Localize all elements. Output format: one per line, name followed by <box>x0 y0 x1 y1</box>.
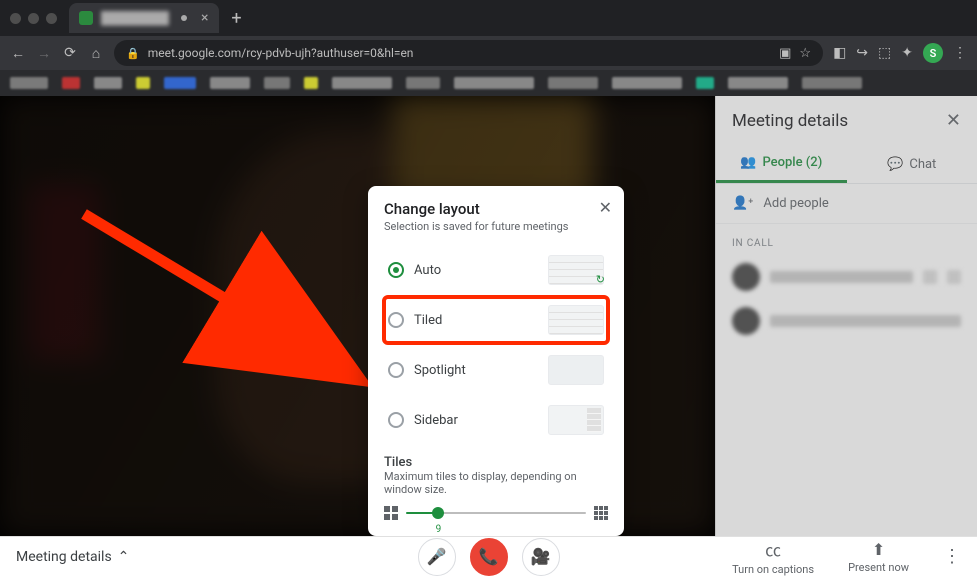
participant-action-icon[interactable] <box>947 270 961 284</box>
option-label: Tiled <box>414 313 442 328</box>
chat-icon: 💬 <box>887 157 903 172</box>
close-tab-icon[interactable]: × <box>201 10 208 26</box>
in-call-heading: IN CALL <box>716 224 977 255</box>
browser-menu-icon[interactable]: ⋮ <box>953 45 967 61</box>
window-controls[interactable] <box>10 13 57 24</box>
reload-button[interactable]: ⟳ <box>62 45 78 61</box>
new-tab-button[interactable]: + <box>225 6 249 30</box>
layout-thumb-spotlight <box>548 355 604 385</box>
dialog-title: Change layout <box>384 200 608 218</box>
captions-icon: ㏄ <box>765 537 781 561</box>
meeting-details-panel: Meeting details ✕ 👥 People (2) 💬 Chat 👤⁺… <box>715 96 977 536</box>
option-label: Spotlight <box>414 363 466 378</box>
browser-toolbar: ← → ⟳ ⌂ 🔒 meet.google.com/rcy-pdvb-ujh?a… <box>0 36 977 70</box>
participant-name <box>770 315 961 327</box>
tiles-subtext: Maximum tiles to display, depending on w… <box>384 470 608 496</box>
layout-thumb-tiled <box>548 305 604 335</box>
participant-row[interactable] <box>716 255 977 299</box>
close-dialog-icon[interactable]: ✕ <box>599 198 612 217</box>
forward-button: → <box>36 45 52 62</box>
more-options-button[interactable]: ⋮ <box>943 546 961 567</box>
captions-button[interactable]: ㏄ Turn on captions <box>732 537 814 576</box>
browser-tab[interactable]: ████████ × <box>69 3 219 33</box>
mute-mic-button[interactable]: 🎤 <box>418 538 456 576</box>
close-panel-icon[interactable]: ✕ <box>946 110 961 131</box>
present-icon: ⬆ <box>872 540 885 559</box>
layout-option-sidebar[interactable]: Sidebar <box>384 397 608 443</box>
extension-icon[interactable]: ◧ <box>833 45 846 61</box>
option-label: Sidebar <box>414 413 458 428</box>
radio-unchecked-icon <box>388 312 404 328</box>
add-people-button[interactable]: 👤⁺ Add people <box>716 184 977 224</box>
bookmarks-bar[interactable] <box>0 70 977 96</box>
radio-unchecked-icon <box>388 412 404 428</box>
profile-avatar[interactable]: S <box>923 43 943 63</box>
add-person-icon: 👤⁺ <box>732 196 753 211</box>
tab-chat[interactable]: 💬 Chat <box>847 145 977 183</box>
camera-toggle-button[interactable]: 🎥 <box>522 538 560 576</box>
tab-people[interactable]: 👥 People (2) <box>716 145 847 183</box>
meet-app: ✕ Change layout Selection is saved for f… <box>0 96 977 536</box>
slider-value: 9 <box>436 524 442 535</box>
radio-checked-icon <box>388 262 404 278</box>
url-text: meet.google.com/rcy-pdvb-ujh?authuser=0&… <box>148 46 414 60</box>
participant-row[interactable] <box>716 299 977 343</box>
layout-option-spotlight[interactable]: Spotlight <box>384 347 608 393</box>
layout-thumb-auto <box>548 255 604 285</box>
panel-title: Meeting details <box>732 111 848 131</box>
lock-icon: 🔒 <box>126 47 140 60</box>
extensions-puzzle-icon[interactable]: ✦ <box>901 45 913 61</box>
option-label: Auto <box>414 263 441 278</box>
pocket-icon[interactable]: ⬚ <box>878 45 891 61</box>
change-layout-dialog: ✕ Change layout Selection is saved for f… <box>368 186 624 536</box>
macos-titlebar: ████████ × + <box>0 0 977 36</box>
layout-thumb-sidebar <box>548 405 604 435</box>
layout-option-tiled[interactable]: Tiled <box>384 297 608 343</box>
slider-thumb[interactable] <box>432 507 444 519</box>
tiles-min-icon <box>384 506 398 520</box>
layout-option-auto[interactable]: Auto <box>384 247 608 293</box>
address-bar[interactable]: 🔒 meet.google.com/rcy-pdvb-ujh?authuser=… <box>114 40 823 66</box>
share-icon[interactable]: ↪ <box>856 45 868 61</box>
present-now-button[interactable]: ⬆ Present now <box>848 540 909 574</box>
tiles-slider[interactable]: 9 <box>406 512 586 514</box>
home-button[interactable]: ⌂ <box>88 45 104 62</box>
avatar <box>732 263 760 291</box>
meeting-details-toggle[interactable]: Meeting details ⌃ <box>16 549 129 565</box>
tiles-heading: Tiles <box>384 455 608 470</box>
radio-unchecked-icon <box>388 362 404 378</box>
dialog-subtitle: Selection is saved for future meetings <box>384 220 608 233</box>
meet-bottom-bar: Meeting details ⌃ 🎤 📞 🎥 ㏄ Turn on captio… <box>0 536 977 576</box>
video-stage: ✕ Change layout Selection is saved for f… <box>0 96 715 536</box>
leave-call-button[interactable]: 📞 <box>470 538 508 576</box>
back-button[interactable]: ← <box>10 45 26 62</box>
meet-favicon <box>79 11 93 25</box>
avatar <box>732 307 760 335</box>
chevron-up-icon: ⌃ <box>118 549 130 565</box>
tab-audio-indicator <box>181 15 187 21</box>
participant-action-icon[interactable] <box>923 270 937 284</box>
people-icon: 👥 <box>740 155 756 170</box>
tiles-max-icon <box>594 506 608 520</box>
participant-name <box>770 271 913 283</box>
camera-permission-icon[interactable]: ▣ <box>779 46 791 61</box>
bookmark-star-icon[interactable]: ☆ <box>799 46 811 61</box>
